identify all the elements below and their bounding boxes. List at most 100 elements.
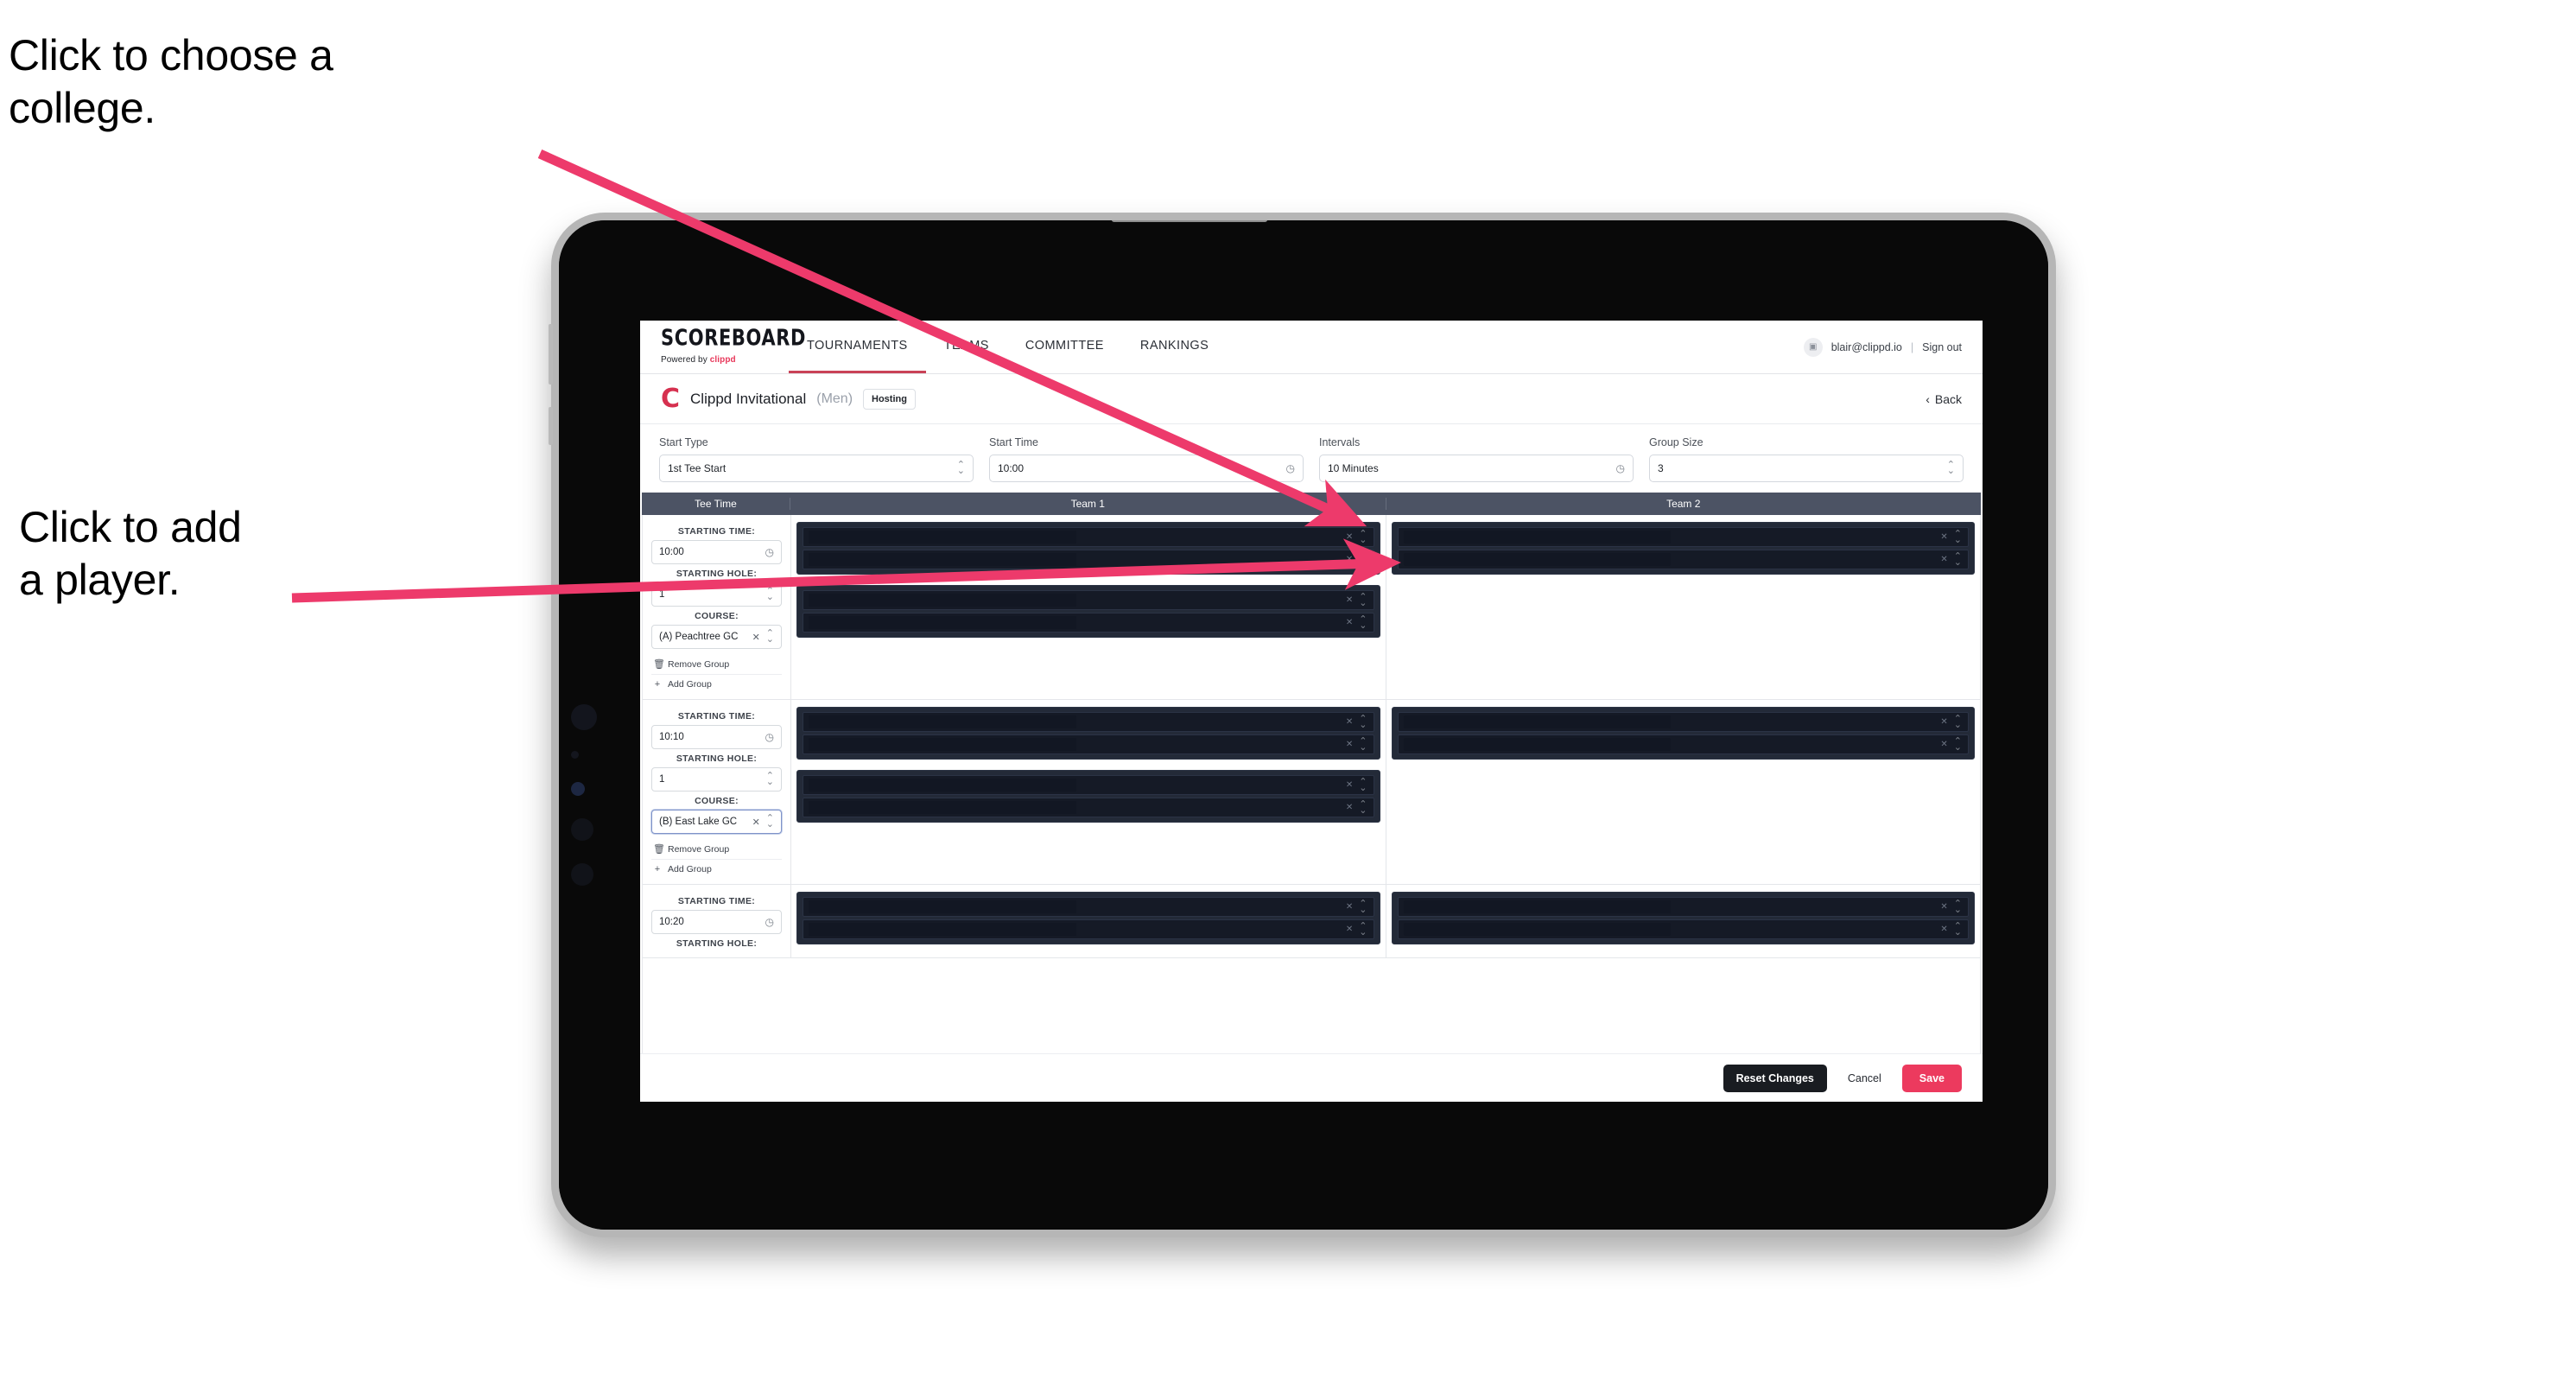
player-select[interactable]: ✕ ⌃ ⌄ [803, 897, 1374, 917]
intervals-input[interactable]: 10 Minutes ◷ [1319, 455, 1634, 482]
clear-icon[interactable]: ✕ [1346, 532, 1353, 542]
nav-item-tournaments[interactable]: TOURNAMENTS [789, 321, 926, 373]
tournament-name: Clippd Invitational [690, 390, 807, 407]
player-select[interactable]: ✕ ⌃ ⌄ [1397, 897, 1969, 917]
player-name-redacted [809, 738, 1076, 751]
account-area: ▣ blair@clippd.io | Sign out [1803, 321, 1983, 373]
clippd-c-icon: C [661, 383, 681, 414]
course-label: COURSE: [695, 796, 739, 806]
start-type-select[interactable]: 1st Tee Start ⌃ ⌄ [659, 455, 974, 482]
clear-icon[interactable]: ✕ [1940, 740, 1947, 749]
clear-icon[interactable]: ✕ [1346, 780, 1353, 790]
stepper-icon: ⌃ ⌄ [1953, 920, 1962, 938]
clear-icon[interactable]: ✕ [1940, 555, 1947, 564]
pairings-table-header: Tee Time Team 1 Team 2 [642, 493, 1981, 515]
player-slot-icons: ✕ ⌃ ⌄ [1346, 551, 1367, 567]
clear-icon[interactable]: ✕ [1346, 740, 1353, 749]
save-button[interactable]: Save [1901, 1064, 1962, 1092]
clear-icon[interactable]: ✕ [1346, 555, 1353, 564]
clear-icon[interactable]: ✕ [1346, 595, 1353, 605]
avatar[interactable]: ▣ [1803, 337, 1823, 357]
group-size-value: 3 [1658, 462, 1664, 474]
scoreboard-logo[interactable]: SCOREBOARD Powered by clippd [640, 321, 805, 373]
reset-changes-button[interactable]: Reset Changes [1723, 1064, 1827, 1092]
player-select[interactable]: ✕ ⌃ ⌄ [803, 550, 1374, 569]
player-select[interactable]: ✕ ⌃ ⌄ [803, 613, 1374, 633]
clock-icon[interactable]: ◷ [1286, 463, 1295, 474]
nav-item-teams[interactable]: TEAMS [926, 321, 1007, 373]
column-header-team-2: Team 2 [1666, 498, 1701, 510]
clear-icon[interactable]: ✕ [1940, 925, 1947, 934]
volume-down-button[interactable] [549, 407, 553, 445]
clock-icon[interactable]: ◷ [1616, 463, 1625, 474]
stepper-icon: ⌃ ⌄ [1953, 735, 1962, 753]
player-select[interactable]: ✕ ⌃ ⌄ [803, 712, 1374, 732]
clear-icon[interactable]: ✕ [1940, 902, 1947, 912]
table-row: STARTING TIME: 10:10 ◷ STARTING HOLE: 1 … [643, 700, 1980, 885]
clear-icon[interactable]: ✕ [1940, 717, 1947, 727]
clock-icon[interactable]: ◷ [765, 547, 774, 557]
stepper-icon: ⌃ ⌄ [1953, 550, 1962, 568]
player-select[interactable]: ✕ ⌃ ⌄ [1397, 527, 1969, 547]
starting-hole-select[interactable]: 1 ⌃ ⌄ [651, 582, 782, 607]
starting-hole-select[interactable]: 1 ⌃ ⌄ [651, 767, 782, 792]
clock-icon[interactable]: ◷ [765, 732, 774, 742]
pairings-table-body[interactable]: STARTING TIME: 10:00 ◷ STARTING HOLE: 1 … [642, 515, 1981, 1053]
top-navigation-bar: SCOREBOARD Powered by clippd TOURNAMENTS… [640, 321, 1983, 374]
table-row: STARTING TIME: 10:00 ◷ STARTING HOLE: 1 … [643, 515, 1980, 700]
player-select[interactable]: ✕ ⌃ ⌄ [1397, 712, 1969, 732]
column-header-tee-time: Tee Time [642, 498, 790, 510]
trash-icon: 🗑 [653, 659, 665, 670]
clear-icon[interactable]: ✕ [1346, 902, 1353, 912]
clear-icon[interactable]: ✕ [1346, 803, 1353, 812]
volume-up-button[interactable] [549, 324, 553, 385]
player-select[interactable]: ✕ ⌃ ⌄ [1397, 919, 1969, 939]
player-select[interactable]: ✕ ⌃ ⌄ [803, 527, 1374, 547]
sign-out-link[interactable]: Sign out [1922, 341, 1962, 353]
player-select[interactable]: ✕ ⌃ ⌄ [1397, 734, 1969, 754]
player-select[interactable]: ✕ ⌃ ⌄ [803, 590, 1374, 610]
course-label: COURSE: [695, 611, 739, 621]
clock-icon[interactable]: ◷ [765, 917, 774, 927]
add-group-button[interactable]: + Add Group [651, 675, 782, 694]
player-slot-icons: ✕ ⌃ ⌄ [1346, 529, 1367, 544]
player-name-redacted [809, 801, 1076, 814]
player-select[interactable]: ✕ ⌃ ⌄ [1397, 550, 1969, 569]
nav-item-committee[interactable]: COMMITTEE [1007, 321, 1122, 373]
player-name-redacted [1403, 900, 1672, 913]
nav-item-rankings[interactable]: RANKINGS [1122, 321, 1227, 373]
course-select[interactable]: (A) Peachtree GC ✕ ⌃ ⌄ [651, 625, 782, 649]
starting-time-label: STARTING TIME: [677, 711, 756, 722]
stepper-icon: ⌃ ⌄ [1359, 920, 1367, 938]
player-select[interactable]: ✕ ⌃ ⌄ [803, 734, 1374, 754]
player-select[interactable]: ✕ ⌃ ⌄ [803, 919, 1374, 939]
starting-time-input[interactable]: 10:00 ◷ [651, 540, 782, 564]
app-window: SCOREBOARD Powered by clippd TOURNAMENTS… [640, 321, 1983, 1102]
clear-icon[interactable]: ✕ [1346, 717, 1353, 727]
clear-icon[interactable]: ✕ [752, 817, 760, 828]
back-label: Back [1934, 391, 1962, 406]
clear-icon[interactable]: ✕ [1940, 532, 1947, 542]
clear-icon[interactable]: ✕ [752, 632, 760, 643]
start-time-input[interactable]: 10:00 ◷ [989, 455, 1304, 482]
group-size-select[interactable]: 3 ⌃ ⌄ [1649, 455, 1964, 482]
clear-icon[interactable]: ✕ [1346, 925, 1353, 934]
player-slot-icons: ✕ ⌃ ⌄ [1346, 592, 1367, 607]
player-select[interactable]: ✕ ⌃ ⌄ [803, 798, 1374, 817]
stepper-icon: ⌃ ⌄ [765, 771, 774, 787]
remove-group-button[interactable]: 🗑 Remove Group [651, 654, 782, 675]
back-button[interactable]: ‹ Back [1926, 392, 1962, 406]
player-select[interactable]: ✕ ⌃ ⌄ [803, 775, 1374, 795]
cancel-button[interactable]: Cancel [1841, 1065, 1888, 1092]
starting-time-input[interactable]: 10:20 ◷ [651, 910, 782, 934]
course-select[interactable]: (B) East Lake GC ✕ ⌃ ⌄ [651, 810, 782, 834]
starting-time-value: 10:20 [659, 917, 684, 927]
starting-time-input[interactable]: 10:10 ◷ [651, 725, 782, 749]
nav-items: TOURNAMENTS TEAMS COMMITTEE RANKINGS [789, 321, 1227, 373]
remove-group-button[interactable]: 🗑 Remove Group [651, 839, 782, 860]
player-name-redacted [1403, 738, 1672, 751]
add-group-button[interactable]: + Add Group [651, 860, 782, 879]
player-slot-icons: ✕ ⌃ ⌄ [1346, 777, 1367, 792]
clear-icon[interactable]: ✕ [1346, 618, 1353, 627]
action-footer: Reset Changes Cancel Save [640, 1053, 1983, 1102]
